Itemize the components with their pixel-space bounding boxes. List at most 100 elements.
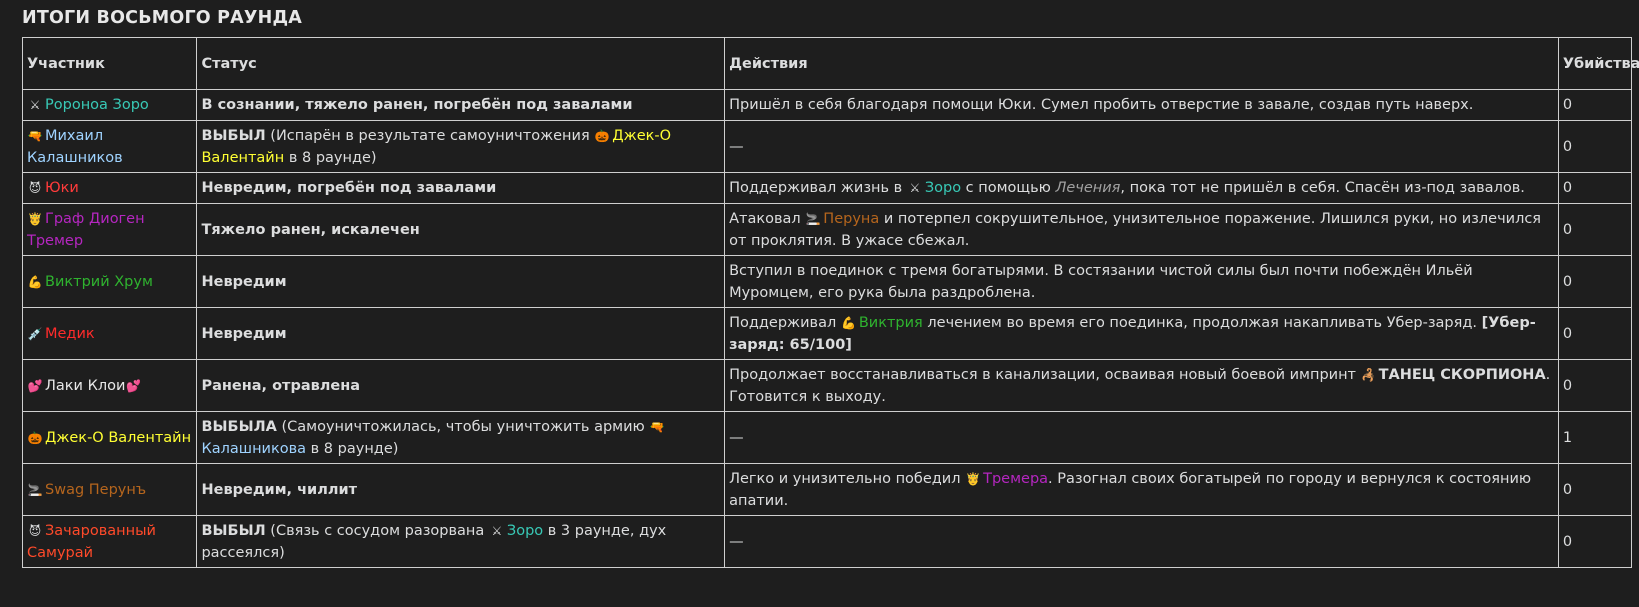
table-row: 🤴 Граф Диоген Тремер Тяжело ранен, искале… (21, 203, 1633, 256)
demon-icon: 😈 (28, 181, 42, 195)
syringe-icon: 💉 (27, 326, 43, 341)
status-cell: Невредим (196, 307, 726, 360)
participant-name: Ророноа Зоро (45, 97, 149, 113)
participant-cell: 🎃 Джек-О Валентайн (21, 411, 198, 464)
crossed-swords-icon: ⚔ (29, 98, 41, 112)
status-label: ВЫБЫЛ (201, 522, 266, 539)
status-text: (Испарён в результате самоуничтожения (265, 127, 595, 144)
scorpion-icon: 🦂 (1361, 367, 1377, 382)
kills-cell: 0 (1557, 515, 1633, 568)
water-gun-icon: 🔫 (27, 128, 43, 143)
participant-name: Виктрий Хрум (45, 273, 153, 290)
actions-cell: Вступил в поединок с тремя богатырями. В… (724, 255, 1559, 308)
table-row: 💕 Лаки Клои💕 Ранена, отравлена Продолжает… (21, 359, 1633, 412)
table-row: ⚔ Ророноа Зоро В сознании, тяжело ранен, … (21, 89, 1633, 121)
participant-name: Swag Перунъ (45, 481, 147, 498)
participant-cell: 💕 Лаки Клои💕 (21, 359, 198, 412)
participant-name: Граф Диоген Тремер (27, 210, 145, 249)
status-cell: Ранена, отравлена (196, 359, 726, 412)
status-text: в 8 раунде) (284, 149, 377, 166)
kills-cell: 0 (1557, 359, 1633, 412)
kills-cell: 0 (1557, 120, 1633, 173)
actions-cell: — (724, 411, 1559, 464)
pumpkin-icon: 🎃 (594, 128, 610, 143)
actions-text: лечением во время его поединка, продолжа… (922, 314, 1482, 331)
status-text: в 8 раунде) (306, 440, 399, 457)
royal-icon: 🤴 (27, 211, 43, 226)
page-title: ИТОГИ ВОСЬМОГО РАУНДА (22, 8, 302, 28)
status-cell: ВЫБЫЛА (Самоуничтожилась, чтобы уничтожи… (196, 411, 726, 464)
muscle-icon: 💪 (27, 274, 43, 289)
muscle-icon: 💪 (841, 315, 857, 330)
participant-cell: 💪 Виктрий Хрум (21, 255, 198, 308)
actions-participant-link: Перуна (823, 210, 880, 227)
water-gun-icon: 🔫 (649, 419, 665, 434)
actions-text: Атаковал (729, 210, 806, 227)
actions-cell: Продолжает восстанавливаться в канализац… (724, 359, 1559, 412)
header-actions: Действия (724, 37, 1559, 90)
table-row: 🎃 Джек-О Валентайн ВЫБЫЛА (Самоуничтожила… (21, 411, 1633, 464)
status-label: ВЫБЫЛ (201, 127, 266, 144)
table-row: 🔫 Михаил Калашников ВЫБЫЛ (Испарён в резу… (21, 120, 1633, 173)
actions-text: , пока тот не пришёл в себя. Спасён из-п… (1120, 180, 1525, 196)
actions-cell: Пришёл в себя благодаря помощи Юки. Суме… (724, 89, 1559, 121)
status-text: (Связь с сосудом разорвана (265, 522, 489, 539)
actions-cell: Легко и унизительно победил 🤴 Тремера. Ра… (724, 463, 1559, 516)
kills-cell: 0 (1557, 89, 1633, 121)
cigarette-icon: 🚬 (27, 482, 43, 497)
table-row: 💪 Виктрий Хрум Невредим Вступил в поедино… (21, 255, 1633, 308)
demon-icon: 😈 (28, 523, 42, 538)
results-table: Участник Статус Действия Убийства ⚔ Ророн… (21, 37, 1639, 568)
kills-cell: 1 (1557, 411, 1633, 464)
header-kills: Убийства (1557, 37, 1639, 90)
crossed-swords-icon: ⚔ (491, 523, 503, 538)
kills-cell: 0 (1557, 463, 1633, 516)
status-cell: Невредим, чиллит (196, 463, 726, 516)
actions-cell: Атаковал 🚬 Перуна и потерпел сокрушительн… (724, 203, 1559, 256)
participant-cell: 🤴 Граф Диоген Тремер (21, 203, 198, 256)
status-participant-link: Зоро (506, 522, 544, 539)
participant-name: Лаки Клои (45, 377, 126, 394)
royal-icon: 🤴 (965, 471, 981, 486)
participant-name: Юки (45, 180, 79, 196)
participant-cell: 💉 Медик (21, 307, 198, 360)
pumpkin-icon: 🎃 (27, 430, 43, 445)
status-cell: Тяжело ранен, искалечен (196, 203, 726, 256)
actions-emphasis: Лечения (1055, 180, 1121, 196)
actions-text: с помощью (961, 180, 1056, 196)
table-row: 🚬 Swag Перунъ Невредим, чиллит Легко и ун… (21, 463, 1633, 516)
table-header-row: Участник Статус Действия Убийства (21, 37, 1639, 90)
status-cell: ВЫБЫЛ (Испарён в результате самоуничтоже… (196, 120, 726, 173)
participant-name: Джек-О Валентайн (45, 429, 192, 446)
status-text: (Самоуничтожилась, чтобы уничтожить арми… (276, 418, 650, 435)
actions-cell: Поддерживал жизнь в ⚔ Зоро с помощью Лече… (724, 172, 1559, 204)
status-cell: Невредим (196, 255, 726, 308)
status-label: ВЫБЫЛА (201, 418, 277, 435)
actions-text: Легко и унизительно победил (729, 470, 966, 487)
cigarette-icon: 🚬 (805, 211, 821, 226)
crossed-swords-icon: ⚔ (909, 181, 921, 195)
actions-cell: — (724, 120, 1559, 173)
participant-name: Зачарованный Самурай (27, 522, 156, 561)
kills-cell: 0 (1557, 255, 1633, 308)
results-panel: ИТОГИ ВОСЬМОГО РАУНДА Участник Статус Де… (0, 0, 1639, 568)
hearts-icon: 💕 (125, 378, 141, 393)
participant-cell: 😈 Юки (21, 172, 198, 204)
actions-text: Поддерживал жизнь в (729, 180, 907, 196)
kills-cell: 0 (1557, 307, 1633, 360)
header-participant: Участник (21, 37, 198, 90)
hearts-icon: 💕 (27, 378, 43, 393)
participant-name: Медик (45, 325, 95, 342)
participant-cell: 🚬 Swag Перунъ (21, 463, 198, 516)
participant-cell: 🔫 Михаил Калашников (21, 120, 198, 173)
table-row: 😈 Юки Невредим, погребён под завалами Под… (21, 172, 1633, 204)
header-status: Статус (196, 37, 726, 90)
actions-participant-link: Тремера (983, 470, 1049, 487)
status-cell: В сознании, тяжело ранен, погребён под з… (196, 89, 726, 121)
actions-cell: — (724, 515, 1559, 568)
table-row: 💉 Медик Невредим Поддерживал 💪 Виктрия леч… (21, 307, 1633, 360)
participant-cell: 😈 Зачарованный Самурай (21, 515, 198, 568)
actions-participant-link: Виктрия (858, 314, 923, 331)
actions-emphasis: ТАНЕЦ СКОРПИОНА (1378, 366, 1546, 383)
participant-cell: ⚔ Ророноа Зоро (21, 89, 198, 121)
